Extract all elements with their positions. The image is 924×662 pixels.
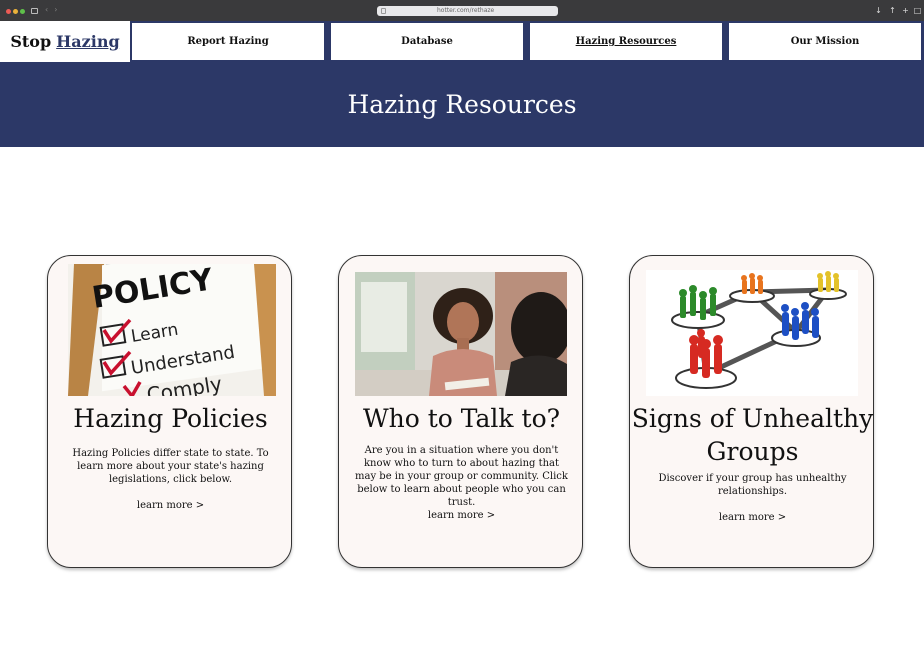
learn-more-link[interactable]: learn more > (630, 512, 875, 523)
counseling-photo (355, 272, 567, 396)
back-forward-icons[interactable]: ‹› (45, 5, 63, 14)
group-network-image (646, 270, 858, 396)
card-description: Hazing Policies differ state to state. T… (72, 448, 269, 485)
nav-database[interactable]: Database (331, 23, 523, 60)
close-window-icon[interactable] (6, 9, 11, 14)
learn-more-link[interactable]: learn more > (339, 510, 584, 521)
browser-chrome: ‹› hotter.com/rethaze ↓ ↑ + □ (0, 0, 924, 21)
card-description: Discover if your group has unhealthy rel… (658, 473, 847, 497)
card-description: Are you in a situation where you don't k… (355, 445, 568, 508)
hero-banner: Hazing Resources (0, 62, 924, 147)
url-text: hotter.com/rethaze (437, 7, 495, 14)
tab-overview-icon[interactable]: □ (913, 6, 922, 15)
card-hazing-policies: POLICY Learn Understand Comply Hazing Po… (47, 255, 292, 568)
page-title: Hazing Resources (347, 90, 577, 119)
lock-icon (381, 8, 386, 14)
maximize-window-icon[interactable] (20, 9, 25, 14)
sidebar-toggle-icon[interactable] (31, 8, 38, 14)
share-icon[interactable]: ↑ (888, 6, 897, 15)
nav-hazing-resources[interactable]: Hazing Resources (530, 23, 722, 60)
minimize-window-icon[interactable] (13, 9, 18, 14)
card-unhealthy-groups: Signs of Unhealthy Groups Discover if yo… (629, 255, 874, 568)
policy-clipboard-image: POLICY Learn Understand Comply (68, 264, 276, 396)
nav-report-hazing[interactable]: Report Hazing (132, 23, 324, 60)
download-icon[interactable]: ↓ (874, 6, 883, 15)
card-title-line-2: Groups (706, 437, 799, 466)
nav-our-mission[interactable]: Our Mission (729, 23, 921, 60)
card-who-to-talk-to: Who to Talk to? Are you in a situation w… (338, 255, 583, 568)
card-title: Who to Talk to? (362, 404, 561, 433)
top-navigation: Stop Hazing Report Hazing Database Hazin… (0, 21, 924, 62)
address-bar[interactable]: hotter.com/rethaze (377, 6, 558, 16)
brand-word-hazing: Hazing (56, 32, 120, 51)
new-tab-icon[interactable]: + (901, 6, 910, 15)
card-title-line-1: Signs of Unhealthy (631, 404, 874, 433)
brand-word-stop: Stop (10, 32, 52, 51)
site-logo[interactable]: Stop Hazing (0, 21, 130, 62)
learn-more-link[interactable]: learn more > (48, 500, 293, 511)
card-title: Hazing Policies (73, 404, 268, 433)
